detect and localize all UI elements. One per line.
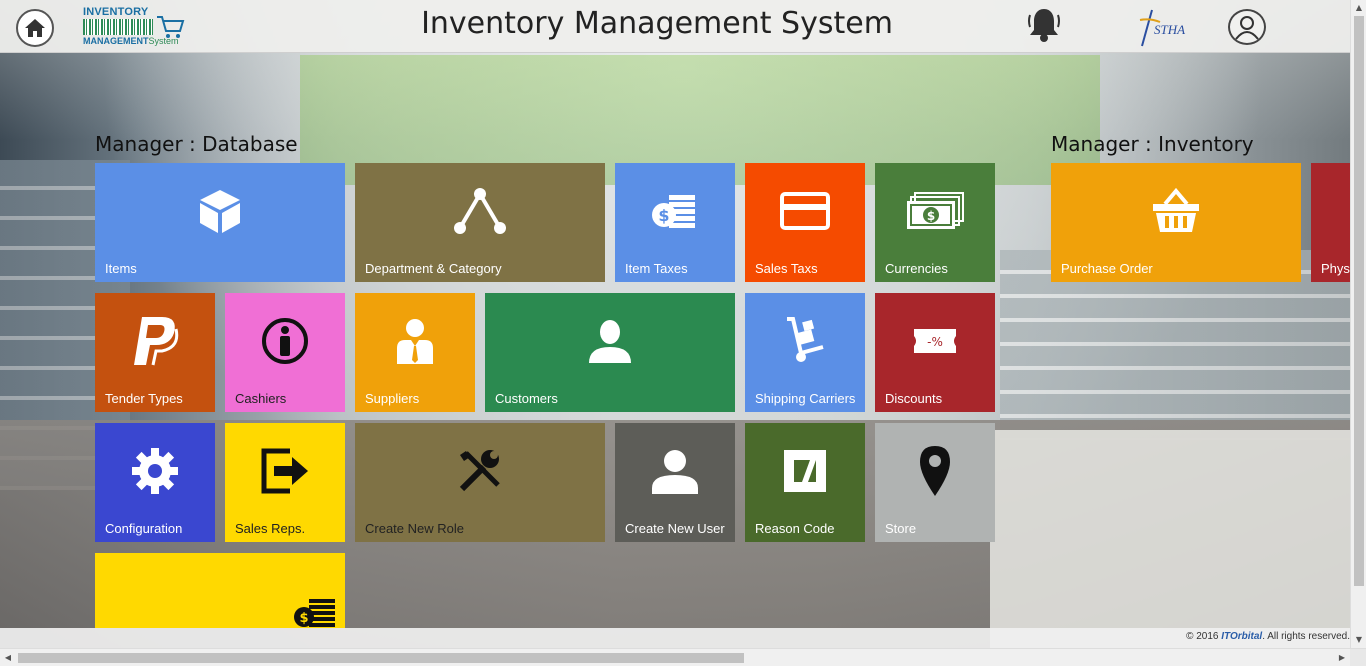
gear-icon <box>132 447 178 494</box>
tile-label: Reason Code <box>755 521 835 536</box>
vertical-scrollbar[interactable]: ▲ ▼ <box>1350 0 1366 648</box>
vertical-scroll-thumb[interactable] <box>1354 16 1364 586</box>
copyright-text: © 2016 ITOrbital. All rights reserved. <box>1186 631 1350 642</box>
user-icon <box>589 319 631 363</box>
tile-suppliers[interactable]: Suppliers <box>355 293 475 412</box>
cube-icon <box>200 189 240 233</box>
app-header: INVENTORY MANAGEMENTSystem Inventory Man… <box>0 0 1350 53</box>
scroll-right-arrow-icon[interactable]: ▶ <box>1334 649 1350 666</box>
svg-text:$: $ <box>658 206 669 225</box>
partner-logo-text: STHA <box>1154 22 1186 37</box>
scroll-left-arrow-icon[interactable]: ◀ <box>0 649 16 666</box>
tile-label: Discounts <box>885 391 943 406</box>
tile-configuration[interactable]: Configuration <box>95 423 215 542</box>
tile-label: Items <box>105 261 137 276</box>
tile-currencies[interactable]: $ Currencies <box>875 163 995 282</box>
tile-label: Customers <box>495 391 558 406</box>
user-profile-button[interactable] <box>1228 9 1266 45</box>
map-pin-icon <box>920 445 950 496</box>
user-profile-icon <box>1235 16 1259 40</box>
scrollbar-corner <box>1350 649 1366 666</box>
tile-tender-types[interactable]: Tender Types <box>95 293 215 412</box>
banknotes-icon: $ <box>907 191 964 229</box>
notification-bell-icon[interactable] <box>1026 6 1062 44</box>
info-person-icon <box>262 317 308 364</box>
background-counter <box>990 430 1366 650</box>
svg-text:$: $ <box>299 611 308 626</box>
tile-label: Sales Taxs <box>755 261 818 276</box>
credit-card-icon <box>780 191 830 230</box>
tools-icon <box>459 449 500 491</box>
tile-create-new-user[interactable]: Create New User <box>615 423 735 542</box>
page-footer: © 2016 ITOrbital. All rights reserved. <box>0 628 1350 648</box>
tile-create-new-role[interactable]: Create New Role <box>355 423 605 542</box>
section-title-inventory: Manager : Inventory <box>1051 132 1254 156</box>
svg-text:-%: -% <box>927 335 943 349</box>
coins-icon: $ <box>294 599 335 627</box>
tile-label: Purchase Order <box>1061 261 1153 276</box>
scroll-up-arrow-icon[interactable]: ▲ <box>1351 0 1366 16</box>
tile-label: Sales Reps. <box>235 521 306 536</box>
reason-code-icon <box>784 449 826 492</box>
discount-ticket-icon: -% <box>914 328 956 353</box>
tile-reason-code[interactable]: Reason Code <box>745 423 865 542</box>
tile-items[interactable]: Items <box>95 163 345 282</box>
tile-physical-partial[interactable]: Phys <box>1311 163 1350 282</box>
tile-discounts[interactable]: -% Discounts <box>875 293 995 412</box>
company-logo-text: ITOrbital <box>1221 631 1263 642</box>
tile-sales-reps[interactable]: Sales Reps. <box>225 423 345 542</box>
tile-extra-partial[interactable]: $ <box>95 553 345 628</box>
tile-label: Currencies <box>885 261 948 276</box>
tile-cashiers[interactable]: Cashiers <box>225 293 345 412</box>
tile-label: Create New User <box>625 521 725 536</box>
tile-label: Shipping Carriers <box>755 391 856 406</box>
tile-store[interactable]: Store <box>875 423 995 542</box>
exit-arrow-icon <box>261 448 308 493</box>
tile-label: Store <box>885 521 917 536</box>
tile-label: Department & Category <box>365 261 502 276</box>
tile-label: Tender Types <box>105 391 183 406</box>
user-icon <box>652 449 698 494</box>
tile-label: Configuration <box>105 521 183 536</box>
tile-customers[interactable]: Customers <box>485 293 735 412</box>
section-title-database: Manager : Database <box>95 132 298 156</box>
tile-item-taxes[interactable]: $ Item Taxes <box>615 163 735 282</box>
horizontal-scroll-thumb[interactable] <box>18 653 744 663</box>
coins-icon: $ <box>652 194 695 228</box>
tile-label: Cashiers <box>235 391 287 406</box>
tile-label: Item Taxes <box>625 261 688 276</box>
businessman-icon <box>397 318 433 364</box>
paypal-icon <box>134 316 179 365</box>
tile-label: Phys <box>1321 261 1350 276</box>
page-title: Inventory Management System <box>421 6 893 41</box>
tile-sales-taxs[interactable]: Sales Taxs <box>745 163 865 282</box>
tile-label: Suppliers <box>365 391 420 406</box>
hierarchy-icon <box>454 187 506 234</box>
hand-truck-icon <box>787 316 824 362</box>
partner-logo: STHA <box>1138 8 1185 52</box>
svg-text:$: $ <box>927 209 935 223</box>
tile-label: Create New Role <box>365 521 464 536</box>
basket-icon <box>1153 187 1199 232</box>
tile-shipping-carriers[interactable]: Shipping Carriers <box>745 293 865 412</box>
tile-department-category[interactable]: Department & Category <box>355 163 605 282</box>
tile-purchase-order[interactable]: Purchase Order <box>1051 163 1301 282</box>
horizontal-scrollbar[interactable]: ◀ ▶ <box>0 648 1366 666</box>
scroll-down-arrow-icon[interactable]: ▼ <box>1351 632 1366 648</box>
